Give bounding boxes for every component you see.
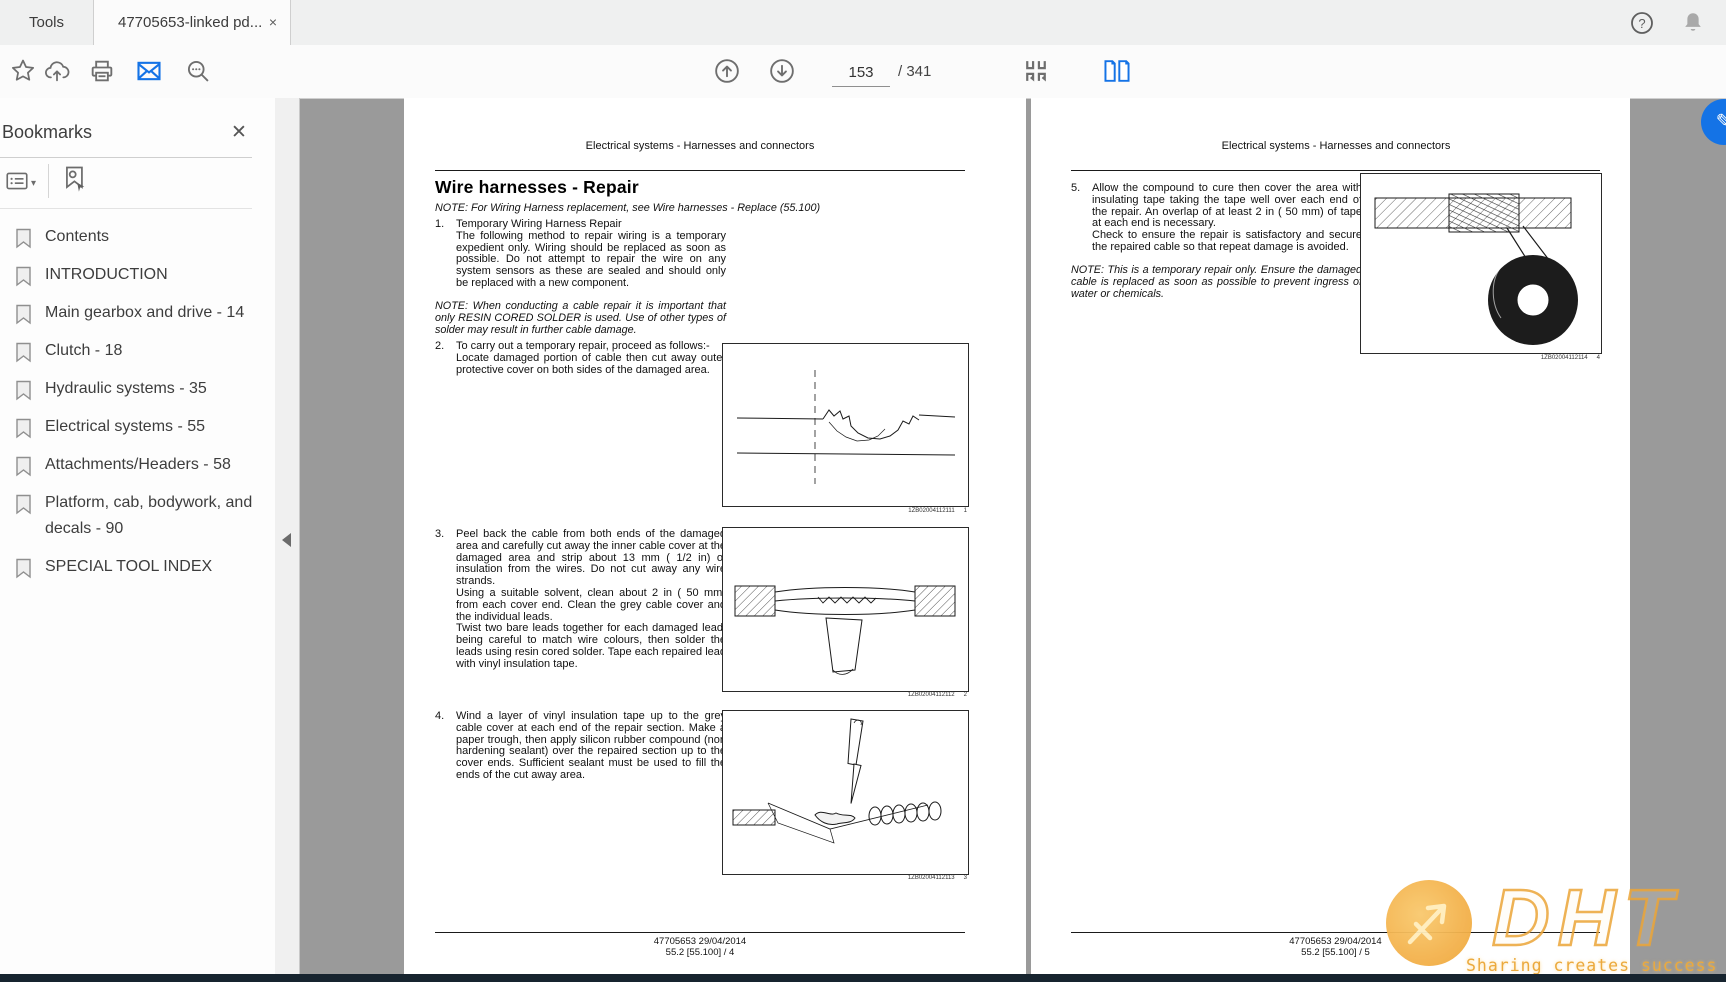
bookmark-item-special-tool-index[interactable]: SPECIAL TOOL INDEX [0,548,275,586]
svg-text:?: ? [1638,16,1645,31]
cloud-upload-icon[interactable] [43,57,71,85]
step-2: 2. To carry out a temporary repair, proc… [435,341,726,376]
email-icon[interactable] [135,57,163,85]
bookmark-label: Contents [45,224,109,250]
bookmark-icon [15,418,32,439]
collapse-panel-arrow-icon[interactable] [282,533,291,547]
figure-damaged-cable [722,343,969,507]
bookmark-label: INTRODUCTION [45,262,168,288]
pdf-page-left: Electrical systems - Harnesses and conne… [404,98,1026,976]
bookmark-icon [15,228,32,249]
bookmark-icon [15,342,32,363]
bookmark-item-contents[interactable]: Contents [0,218,275,256]
bookmark-item-clutch[interactable]: Clutch - 18 [0,332,275,370]
bell-icon[interactable] [1680,10,1706,36]
page-thumbnails-icon[interactable] [1022,57,1050,85]
footer-rule [435,932,965,933]
bookmark-item-introduction[interactable]: INTRODUCTION [0,256,275,294]
bookmark-label: Clutch - 18 [45,338,122,364]
header-rule [435,170,965,171]
bookmark-icon [15,456,32,477]
page-number-input[interactable] [832,58,890,87]
page-header: Electrical systems - Harnesses and conne… [1136,140,1536,152]
edit-fab-button[interactable]: ✎ [1701,99,1726,145]
chevron-down-icon[interactable]: ▾ [31,178,36,189]
tab-bar: Tools 47705653-linked pd... × ? [0,0,1726,46]
panel-close-icon[interactable]: ✕ [228,122,250,144]
bookmark-item-hydraulic[interactable]: Hydraulic systems - 35 [0,370,275,408]
page-total-label: / 341 [898,45,931,98]
note-temporary: NOTE: This is a temporary repair only. E… [1071,265,1362,300]
bookmark-icon [15,494,32,515]
bottom-edge-bar [0,974,1726,982]
arrow-up-right-icon [1386,880,1472,966]
bookmark-label: Main gearbox and drive - 14 [45,300,244,326]
bookmark-label: Hydraulic systems - 35 [45,376,207,402]
tab-document[interactable]: 47705653-linked pd... × [93,0,291,46]
bookmark-icon [15,380,32,401]
print-icon[interactable] [88,57,116,85]
bookmarks-panel-title: Bookmarks [2,122,92,143]
figure-caption: 1ZB020041121122 [722,692,967,698]
bookmark-list: Contents INTRODUCTION Main gearbox and d… [0,218,275,586]
search-icon[interactable] [184,57,212,85]
step-4: 4. Wind a layer of vinyl insulation tape… [435,711,726,782]
bookmark-item-attachments[interactable]: Attachments/Headers - 58 [0,446,275,484]
watermark-brand: DHT [1492,872,1680,964]
two-page-view-icon[interactable] [1102,57,1130,85]
bookmark-item-electrical[interactable]: Electrical systems - 55 [0,408,275,446]
locate-bookmark-icon[interactable] [60,164,90,194]
star-icon[interactable] [9,57,37,85]
page-down-icon[interactable] [768,57,796,85]
bookmark-options-icon[interactable] [4,168,30,194]
bookmark-item-main-gearbox[interactable]: Main gearbox and drive - 14 [0,294,275,332]
help-icon[interactable]: ? [1629,10,1655,36]
figure-caption: 1ZB020041121111 [722,508,967,514]
main-toolbar: / 341 ✎ [0,45,1726,99]
figure-caption: 1ZB020041121144 [1360,355,1600,361]
bookmark-label: SPECIAL TOOL INDEX [45,554,212,580]
note-replace: NOTE: For Wiring Harness replacement, se… [435,203,970,215]
section-title: Wire harnesses - Repair [435,177,639,198]
page-up-icon[interactable] [713,57,741,85]
note-solder: NOTE: When conducting a cable repair it … [435,301,726,336]
pdf-page-right: Electrical systems - Harnesses and conne… [1031,98,1630,976]
header-rule [1071,170,1600,171]
tab-tools[interactable]: Tools [0,0,93,45]
document-tab-title: 47705653-linked pd... [118,0,262,45]
bookmark-icon [15,558,32,579]
bookmark-icon [15,266,32,287]
bookmark-icon [15,304,32,325]
close-icon[interactable]: × [264,13,282,31]
bookmark-label: Platform, cab, bodywork, and decals - 90 [45,490,267,542]
step-3: 3. Peel back the cable from both ends of… [435,529,726,671]
figure-peeled-cable [722,527,969,692]
bookmark-item-platform[interactable]: Platform, cab, bodywork, and decals - 90 [0,484,275,548]
bookmark-label: Electrical systems - 55 [45,414,205,440]
step-1: 1. Temporary Wiring Harness Repair The f… [435,219,726,290]
bookmarks-panel: Bookmarks ✕ ▾ Contents INTRODUCTION Main… [0,98,276,982]
figure-soldering [722,710,969,875]
figure-tape-roll [1360,173,1602,354]
watermark-logo-circle [1386,880,1472,966]
panel-toolbar-divider [48,164,49,198]
watermark-tagline: Sharing creates success [1466,956,1717,975]
page-header: Electrical systems - Harnesses and conne… [500,140,900,152]
page-footer: 47705653 29/04/2014 55.2 [55.100] / 4 [435,936,965,958]
panel-separator [0,157,252,158]
panel-separator [0,208,252,209]
step-5: 5. Allow the compound to cure then cover… [1071,183,1362,254]
bookmark-label: Attachments/Headers - 58 [45,452,231,478]
figure-caption: 1ZB020041121133 [722,875,967,881]
